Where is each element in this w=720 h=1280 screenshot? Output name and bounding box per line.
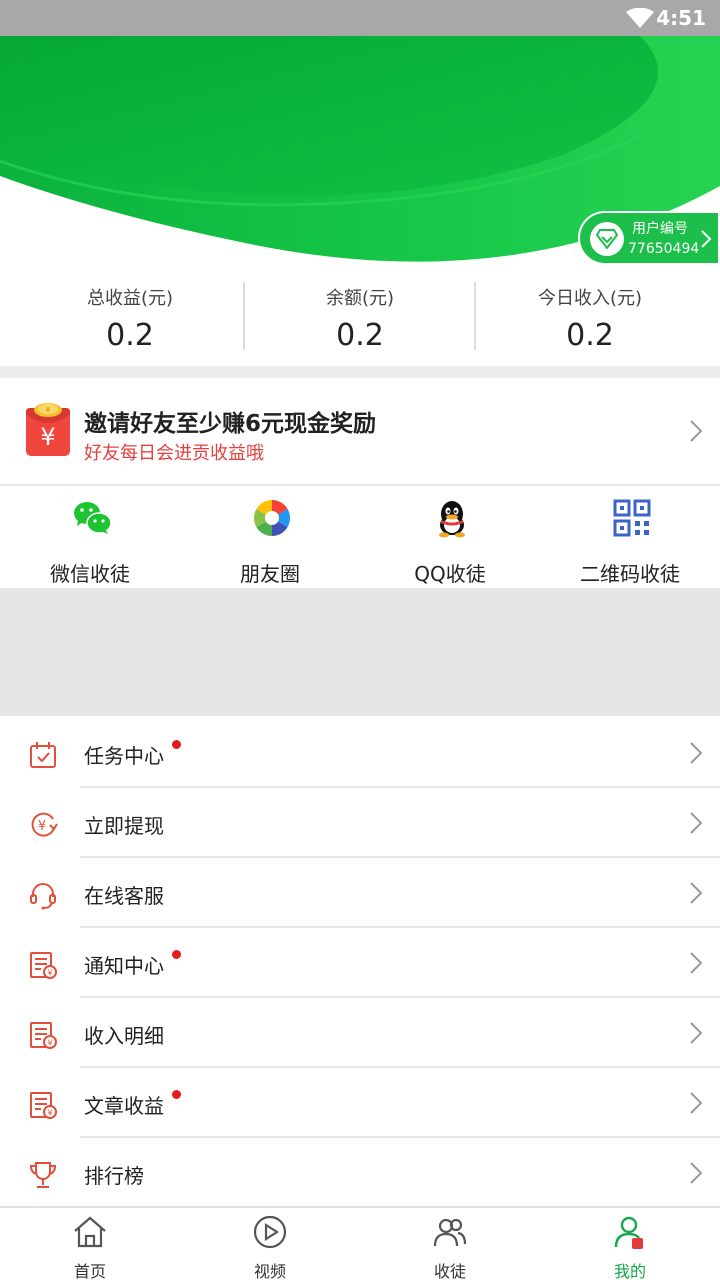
tab-label: 我的 xyxy=(613,1262,646,1280)
svg-text:¥: ¥ xyxy=(38,819,46,834)
menu-customer-service[interactable]: 在线客服 xyxy=(0,858,720,928)
invite-subtitle: 好友每日会进贡收益哦 xyxy=(84,443,264,464)
receipt-icon: ¥ xyxy=(30,952,57,979)
bottom-tab-bar: 首页 视频 收徒 我的 xyxy=(0,1206,720,1280)
stat-total-earnings[interactable]: 总收益(元) 0.2 xyxy=(10,284,250,353)
menu-label: 排行榜 xyxy=(84,1164,144,1188)
play-icon xyxy=(253,1215,287,1249)
share-qq[interactable]: QQ收徒 xyxy=(360,498,540,586)
share-label: 二维码收徒 xyxy=(580,562,680,586)
tab-label: 视频 xyxy=(253,1262,286,1280)
notification-dot xyxy=(172,740,181,749)
stat-label: 余额(元) xyxy=(325,288,395,309)
menu-label: 任务中心 xyxy=(84,744,164,768)
wifi-icon xyxy=(626,8,654,28)
trophy-icon xyxy=(29,1162,57,1188)
user-id-badge[interactable]: 用户编号 77650494 xyxy=(578,211,720,265)
qrcode-icon xyxy=(613,499,651,537)
menu-article-earnings[interactable]: ¥ 文章收益 xyxy=(0,1068,720,1138)
chevron-right-icon xyxy=(690,1092,703,1114)
stat-today-income[interactable]: 今日收入(元) 0.2 xyxy=(470,284,710,353)
menu-label: 收入明细 xyxy=(84,1024,164,1048)
menu-withdraw[interactable]: ¥ 立即提现 xyxy=(0,788,720,858)
menu-income-details[interactable]: ¥ 收入明细 xyxy=(0,998,720,1068)
stat-balance[interactable]: 余额(元) 0.2 xyxy=(240,284,480,353)
menu-task-center[interactable]: 任务中心 xyxy=(0,718,720,788)
status-time: 4:51 xyxy=(656,6,706,30)
moments-icon xyxy=(253,500,291,536)
status-bar: 4:51 xyxy=(0,0,720,36)
headset-icon xyxy=(30,883,56,910)
receipt-icon: ¥ xyxy=(30,1022,57,1049)
chevron-right-icon xyxy=(690,420,703,442)
notification-dot xyxy=(172,950,181,959)
svg-text:¥: ¥ xyxy=(47,1109,52,1118)
stat-value: 0.2 xyxy=(336,318,384,353)
invite-title: 邀请好友至少赚6元现金奖励 xyxy=(84,411,377,437)
wechat-icon xyxy=(74,502,112,534)
tab-mine[interactable]: 我的 xyxy=(540,1214,720,1280)
share-qrcode[interactable]: 二维码收徒 xyxy=(540,498,720,586)
profile-screen: 4:51 用户编号 77650494 总收益(元) 0.2 余额(元) 0.2 … xyxy=(0,0,720,1280)
withdraw-icon: ¥ xyxy=(31,812,58,837)
chevron-right-icon xyxy=(690,952,703,974)
user-id-label: 用户编号 xyxy=(632,221,688,237)
profile-icon xyxy=(614,1216,643,1249)
tab-home[interactable]: 首页 xyxy=(0,1214,180,1280)
menu-label: 通知中心 xyxy=(84,954,164,978)
settings-menu: 任务中心 ¥ 立即提现 在线客服 ¥ 通知中心 ¥ 收入明细 ¥ 文章收益 排行… xyxy=(0,718,720,1208)
chevron-right-icon xyxy=(690,812,703,834)
share-options: 微信收徒 朋友圈 QQ收徒 二维码收徒 xyxy=(0,486,720,588)
chevron-right-icon xyxy=(701,230,712,248)
menu-leaderboard[interactable]: 排行榜 xyxy=(0,1138,720,1208)
share-moments[interactable]: 朋友圈 xyxy=(180,498,360,586)
menu-label: 文章收益 xyxy=(84,1094,164,1118)
svg-text:¥: ¥ xyxy=(40,423,55,451)
stat-value: 0.2 xyxy=(566,318,614,353)
chevron-right-icon xyxy=(690,1162,703,1184)
users-icon xyxy=(433,1218,467,1247)
menu-label: 在线客服 xyxy=(84,884,164,908)
qq-icon xyxy=(439,501,465,538)
share-label: 微信收徒 xyxy=(50,562,130,586)
tab-video[interactable]: 视频 xyxy=(180,1214,360,1280)
notification-dot xyxy=(172,1090,181,1099)
invite-banner[interactable]: ¥ ¥ 邀请好友至少赚6元现金奖励 好友每日会进贡收益哦 xyxy=(0,378,720,484)
red-envelope-icon: ¥ ¥ xyxy=(26,403,70,456)
user-id-value: 77650494 xyxy=(628,241,700,257)
share-label: QQ收徒 xyxy=(414,562,486,586)
svg-text:¥: ¥ xyxy=(47,1039,52,1048)
diamond-icon xyxy=(590,222,624,256)
tab-label: 收徒 xyxy=(433,1262,466,1280)
ad-placeholder xyxy=(0,588,720,716)
menu-notification-center[interactable]: ¥ 通知中心 xyxy=(0,928,720,998)
tab-label: 首页 xyxy=(73,1262,106,1280)
menu-label: 立即提现 xyxy=(84,814,164,838)
svg-text:¥: ¥ xyxy=(47,969,52,978)
receipt-icon: ¥ xyxy=(30,1092,57,1119)
chevron-right-icon xyxy=(690,742,703,764)
tab-apprentice[interactable]: 收徒 xyxy=(360,1214,540,1280)
chevron-right-icon xyxy=(690,882,703,904)
stat-value: 0.2 xyxy=(106,318,154,353)
earnings-stats: 总收益(元) 0.2 余额(元) 0.2 今日收入(元) 0.2 xyxy=(0,270,720,366)
share-wechat[interactable]: 微信收徒 xyxy=(0,498,180,586)
svg-text:¥: ¥ xyxy=(46,406,51,414)
stat-label: 总收益(元) xyxy=(86,288,174,309)
calendar-icon xyxy=(30,742,56,768)
section-gap xyxy=(0,366,720,378)
home-icon xyxy=(74,1216,106,1248)
stat-label: 今日收入(元) xyxy=(537,288,643,309)
chevron-right-icon xyxy=(690,1022,703,1044)
share-label: 朋友圈 xyxy=(240,562,300,586)
